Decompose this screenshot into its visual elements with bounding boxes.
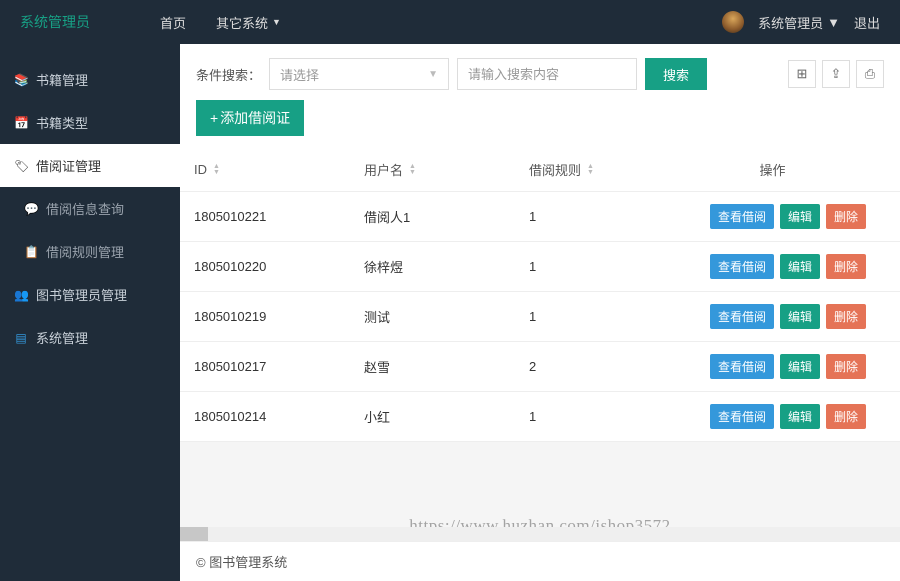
th-id[interactable]: ID▲▼ bbox=[180, 148, 350, 191]
nav-other-systems[interactable]: 其它系统 ▼ bbox=[216, 13, 281, 32]
table-row: 1805010220徐梓煜1查看借阅编辑删除 bbox=[180, 242, 900, 292]
table-row: 1805010217赵雪2查看借阅编辑删除 bbox=[180, 342, 900, 392]
sort-icon: ▲▼ bbox=[409, 164, 416, 176]
sidebar-item-label: 图书管理员管理 bbox=[36, 285, 127, 304]
cell-username: 徐梓煜 bbox=[350, 242, 515, 291]
view-button[interactable]: 查看借阅 bbox=[710, 404, 774, 429]
cell-id: 1805010214 bbox=[180, 392, 350, 441]
sidebar-item-1[interactable]: 📅 书籍类型 bbox=[0, 101, 180, 144]
caret-down-icon: ▼ bbox=[272, 17, 281, 27]
th-rule[interactable]: 借阅规则▲▼ bbox=[515, 148, 645, 191]
cell-username: 小红 bbox=[350, 392, 515, 441]
search-field-select[interactable]: 请选择 ▼ bbox=[269, 58, 449, 90]
cell-ops: 查看借阅编辑删除 bbox=[645, 342, 900, 391]
top-header: 系统管理员 首页 其它系统 ▼ 系统管理员 ▼ 退出 bbox=[0, 0, 900, 44]
cell-id: 1805010220 bbox=[180, 242, 350, 291]
sidebar-item-label: 借阅信息查询 bbox=[46, 199, 124, 218]
sort-icon: ▲▼ bbox=[587, 164, 594, 176]
sidebar-icon: 📋 bbox=[24, 245, 38, 259]
sidebar-icon: 💬 bbox=[24, 202, 38, 216]
chevron-down-icon: ▼ bbox=[428, 69, 438, 80]
table-row: 1805010214小红1查看借阅编辑删除 bbox=[180, 392, 900, 442]
cell-rule: 2 bbox=[515, 342, 645, 391]
sidebar-item-3[interactable]: 💬 借阅信息查询 bbox=[0, 187, 180, 230]
edit-button[interactable]: 编辑 bbox=[780, 354, 820, 379]
cell-username: 赵雪 bbox=[350, 342, 515, 391]
view-button[interactable]: 查看借阅 bbox=[710, 204, 774, 229]
nav-home[interactable]: 首页 bbox=[160, 13, 186, 32]
caret-down-icon: ▼ bbox=[827, 15, 840, 30]
cell-id: 1805010217 bbox=[180, 342, 350, 391]
brand-title: 系统管理员 bbox=[20, 12, 160, 32]
sidebar-icon: 🏷 bbox=[14, 159, 28, 173]
delete-button[interactable]: 删除 bbox=[826, 354, 866, 379]
sidebar-item-0[interactable]: 📚 书籍管理 bbox=[0, 58, 180, 101]
sidebar: 📚 书籍管理 📅 书籍类型 🏷 借阅证管理 💬 借阅信息查询 📋 借阅规则管理 👥 图书管理员管理 ▤ 系… bbox=[0, 44, 180, 581]
cell-ops: 查看借阅编辑删除 bbox=[645, 292, 900, 341]
avatar[interactable] bbox=[722, 11, 744, 33]
cell-id: 1805010219 bbox=[180, 292, 350, 341]
cell-username: 借阅人1 bbox=[350, 192, 515, 241]
cell-rule: 1 bbox=[515, 192, 645, 241]
sidebar-icon: ▤ bbox=[14, 331, 28, 345]
view-button[interactable]: 查看借阅 bbox=[710, 254, 774, 279]
user-menu[interactable]: 系统管理员 ▼ bbox=[758, 13, 840, 32]
logout-button[interactable]: 退出 bbox=[854, 13, 880, 32]
table-header: ID▲▼ 用户名▲▼ 借阅规则▲▼ 操作 bbox=[180, 148, 900, 192]
sidebar-item-6[interactable]: ▤ 系统管理 bbox=[0, 316, 180, 359]
edit-button[interactable]: 编辑 bbox=[780, 404, 820, 429]
th-username[interactable]: 用户名▲▼ bbox=[350, 148, 515, 191]
sidebar-item-5[interactable]: 👥 图书管理员管理 bbox=[0, 273, 180, 316]
delete-button[interactable]: 删除 bbox=[826, 404, 866, 429]
plus-icon: + bbox=[210, 110, 218, 126]
sidebar-icon: 📚 bbox=[14, 73, 28, 87]
view-button[interactable]: 查看借阅 bbox=[710, 354, 774, 379]
edit-button[interactable]: 编辑 bbox=[780, 204, 820, 229]
cell-id: 1805010221 bbox=[180, 192, 350, 241]
search-input[interactable] bbox=[457, 58, 637, 90]
edit-button[interactable]: 编辑 bbox=[780, 254, 820, 279]
cell-ops: 查看借阅编辑删除 bbox=[645, 242, 900, 291]
sidebar-item-label: 借阅规则管理 bbox=[46, 242, 124, 261]
cell-rule: 1 bbox=[515, 292, 645, 341]
cell-username: 测试 bbox=[350, 292, 515, 341]
sort-icon: ▲▼ bbox=[213, 164, 220, 176]
delete-button[interactable]: 删除 bbox=[826, 254, 866, 279]
top-nav: 首页 其它系统 ▼ bbox=[160, 13, 281, 32]
view-button[interactable]: 查看借阅 bbox=[710, 304, 774, 329]
sidebar-item-label: 书籍管理 bbox=[36, 70, 88, 89]
table-row: 1805010221借阅人11查看借阅编辑删除 bbox=[180, 192, 900, 242]
th-ops: 操作 bbox=[645, 148, 900, 191]
search-button[interactable]: 搜索 bbox=[645, 58, 707, 90]
main-content: 条件搜索： 请选择 ▼ 搜索 ⊞ ⇪ ⎙ +添加借阅证 ID▲ bbox=[180, 44, 900, 581]
toolbar: 条件搜索： 请选择 ▼ 搜索 ⊞ ⇪ ⎙ +添加借阅证 bbox=[180, 44, 900, 148]
sidebar-item-label: 系统管理 bbox=[36, 328, 88, 347]
horizontal-scrollbar[interactable] bbox=[180, 527, 900, 541]
print-icon[interactable]: ⎙ bbox=[856, 60, 884, 88]
cell-ops: 查看借阅编辑删除 bbox=[645, 192, 900, 241]
sidebar-icon: 👥 bbox=[14, 288, 28, 302]
sidebar-item-label: 书籍类型 bbox=[36, 113, 88, 132]
delete-button[interactable]: 删除 bbox=[826, 204, 866, 229]
sidebar-item-label: 借阅证管理 bbox=[36, 156, 101, 175]
scrollbar-thumb[interactable] bbox=[180, 527, 208, 541]
header-right: 系统管理员 ▼ 退出 bbox=[722, 11, 880, 33]
export-icon[interactable]: ⇪ bbox=[822, 60, 850, 88]
table-row: 1805010219测试1查看借阅编辑删除 bbox=[180, 292, 900, 342]
footer: © 图书管理系统 bbox=[180, 541, 900, 581]
cell-rule: 1 bbox=[515, 242, 645, 291]
data-table: ID▲▼ 用户名▲▼ 借阅规则▲▼ 操作 1805010221借阅人11查看借阅… bbox=[180, 148, 900, 442]
search-label: 条件搜索： bbox=[196, 65, 261, 84]
cell-ops: 查看借阅编辑删除 bbox=[645, 392, 900, 441]
columns-icon[interactable]: ⊞ bbox=[788, 60, 816, 88]
delete-button[interactable]: 删除 bbox=[826, 304, 866, 329]
sidebar-item-2[interactable]: 🏷 借阅证管理 bbox=[0, 144, 180, 187]
sidebar-icon: 📅 bbox=[14, 116, 28, 130]
add-card-button[interactable]: +添加借阅证 bbox=[196, 100, 304, 136]
sidebar-item-4[interactable]: 📋 借阅规则管理 bbox=[0, 230, 180, 273]
cell-rule: 1 bbox=[515, 392, 645, 441]
edit-button[interactable]: 编辑 bbox=[780, 304, 820, 329]
